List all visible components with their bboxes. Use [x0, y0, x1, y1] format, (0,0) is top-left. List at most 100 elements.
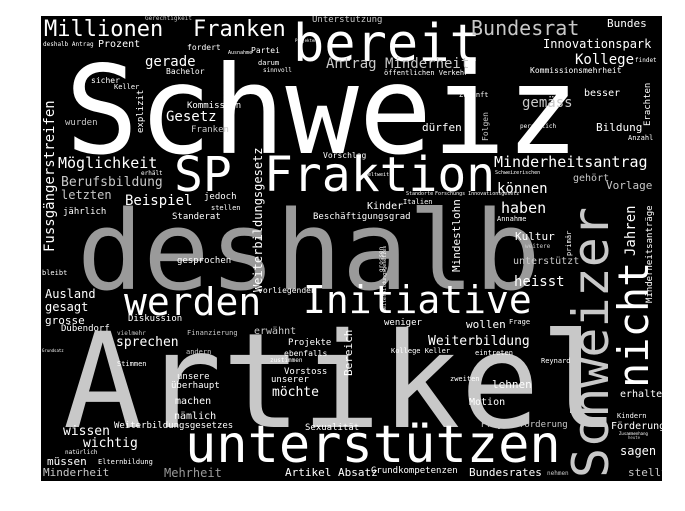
word-eintreten: eintreten	[475, 349, 513, 357]
word-vorschlag: Vorschlag	[323, 151, 367, 160]
word-standerat: Standerat	[172, 212, 221, 222]
word-weiterbildungsgesetzes: Weiterbildungsgesetzes	[114, 421, 234, 431]
word-jaehrlich: jährlich	[63, 207, 107, 217]
word-minderheit: Minderheit	[43, 466, 110, 479]
word-minderheitsantraege: Minderheitsanträge	[645, 205, 655, 303]
word-annahme: Annahme	[497, 215, 527, 223]
word-vorlage: Vorlage	[606, 179, 653, 192]
word-ausland: Ausland	[45, 287, 96, 301]
word-stellt: stellt	[628, 466, 662, 479]
word-primaer: primär	[565, 230, 573, 256]
word-bundesrat: Bundesrat	[471, 16, 580, 40]
word-bundes: Bundes	[607, 17, 647, 30]
word-moeglichkeit: Möglichkeit	[58, 154, 158, 172]
word-darum: darum	[258, 59, 280, 67]
word-frage: Frage	[509, 318, 531, 326]
word-unserer: unserer	[271, 375, 309, 385]
word-bachelor: Bachelor	[166, 67, 205, 76]
word-artikel-absatz: Artikel Absatz	[285, 466, 378, 479]
word-gehoert: gehört	[573, 173, 610, 184]
word-beispiel: Beispiel	[125, 193, 193, 209]
word-folgen: Folgen	[481, 112, 490, 141]
word-wurden: wurden	[65, 118, 98, 128]
word-franken-big: Franken	[193, 17, 286, 42]
word-nehmen: nehmen	[547, 470, 569, 477]
word-bleibt: bleibt	[42, 269, 68, 277]
word-weiterbildungsgesetz: Weiterbildungsgesetz	[251, 147, 265, 293]
word-millionen: Millionen	[44, 17, 164, 42]
word-lehnen: lehnen	[492, 378, 532, 391]
word-mehrheit: Mehrheit	[164, 466, 222, 480]
word-kommission: Kommission	[187, 101, 242, 111]
word-sagen: sagen	[620, 444, 657, 458]
word-sicher: sicher	[91, 76, 120, 85]
word-zweiten: zweiten	[450, 375, 480, 383]
word-weniger: weniger	[384, 318, 422, 328]
word-gesprochen: gesprochen	[177, 256, 232, 266]
word-stellen: stellen	[211, 204, 241, 212]
word-bereich: Bereich	[342, 329, 355, 376]
word-anzahl: Anzahl	[628, 134, 654, 142]
word-standorte: Standorte	[406, 191, 434, 197]
word-wollen: wollen	[466, 318, 506, 331]
word-ueberhaupt: überhaupt	[171, 381, 220, 391]
word-heisst: heisst	[514, 274, 565, 290]
word-grundkompetenzen: Grundkompetenzen	[371, 466, 458, 476]
word-jedoch: jedoch	[204, 192, 237, 202]
word-gerechtigkeit: Gerechtigkeit	[145, 16, 192, 22]
word-zustimmen: zustimmen	[270, 357, 303, 364]
word-bildung: Bildung	[596, 121, 643, 134]
word-projekten: Projekten	[295, 38, 317, 43]
word-schweizerischen: Schweizerischen	[495, 170, 541, 176]
word-kollege: Kollege	[575, 52, 635, 68]
word-ausnahme: Ausnahme	[228, 50, 253, 56]
word-forschungs-innovationsgesetz: Forschungs Innovationsgesetz	[435, 191, 520, 197]
word-prozent: Prozent	[98, 39, 141, 50]
word-fordert: fordert	[187, 43, 221, 52]
word-unterstuetzung: Unterstützung	[312, 16, 383, 25]
word-weiterbildungsgesetzes-small: Weiterbildungsgesetzes	[382, 245, 388, 312]
word-gesagt: gesagt	[45, 300, 89, 314]
word-kindern: Kindern	[617, 412, 647, 420]
word-vielmehr: vielmehr	[117, 330, 146, 337]
word-grundsatz: Grundsatz	[42, 348, 64, 353]
word-machen: machen	[175, 396, 212, 407]
word-projekte: Projekte	[288, 338, 332, 348]
word-weitere: weitere	[525, 243, 551, 250]
word-weltweit: Weltweit	[365, 172, 390, 178]
word-findet: findet	[635, 57, 657, 64]
word-duebendorf: Dübendorf	[61, 324, 110, 334]
word-kollege-keller: Kollege Keller	[391, 347, 451, 355]
word-erhaelt: erhält	[141, 170, 163, 177]
word-erachten: Erachten	[643, 82, 653, 126]
word-jahren: Jahren	[623, 205, 639, 256]
word-motion: Motion	[469, 397, 506, 408]
word-kommissionsmehrheit: Kommissionsmehrheit	[530, 66, 622, 75]
word-erhalten: erhalten	[620, 389, 662, 400]
word-deshalb-antrag: deshalb Antrag	[43, 41, 94, 48]
word-reynard: Reynard	[541, 357, 571, 365]
word-naemlich: nämlich	[174, 411, 217, 422]
word-sinnvoll: sinnvoll	[263, 67, 292, 74]
word-duerfen: dürfen	[422, 121, 462, 134]
word-stimmen: Stimmen	[117, 360, 147, 368]
word-persoenlich: persönlich	[520, 123, 557, 130]
word-franken-small: Franken	[191, 125, 229, 135]
word-heute: heute	[628, 435, 641, 440]
word-zukunft: Zukunft	[459, 91, 489, 99]
word-sexualitaet: Sexualität	[305, 423, 360, 433]
word-unterstuetzt: unterstützt	[513, 256, 580, 267]
word-mindestlohn: Mindestlohn	[450, 199, 463, 272]
word-kultur: Kultur	[515, 230, 555, 243]
word-haben: haben	[501, 199, 547, 217]
word-bundesrates: Bundesrates	[469, 466, 542, 479]
word-kinder: Kinder	[367, 201, 404, 212]
word-gesetz: Gesetz	[166, 109, 217, 125]
word-innovationspark: Innovationspark	[543, 37, 652, 51]
word-cloud: Schweiz deshalb Artikel unterstützen ber…	[41, 16, 662, 481]
word-letzten: letzten	[61, 188, 112, 202]
word-erwaehnt: erwähnt	[254, 326, 297, 337]
word-partei: Partei	[251, 46, 280, 55]
word-diskussion: Diskussion	[128, 314, 183, 324]
word-moechte: möchte	[272, 385, 319, 400]
